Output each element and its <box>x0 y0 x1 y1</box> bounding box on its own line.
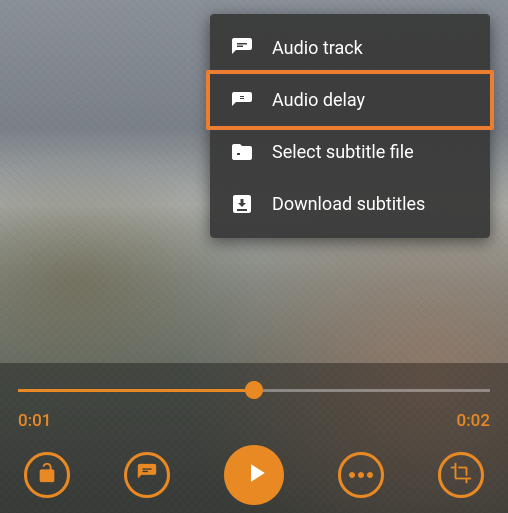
context-menu: Audio track Audio delay Select subtitle … <box>210 14 490 238</box>
speech-bubble-icon <box>230 36 254 60</box>
menu-item-audio-delay[interactable]: Audio delay <box>206 70 494 130</box>
time-display: 0:01 0:02 <box>18 411 490 431</box>
progress-fill <box>18 389 254 392</box>
menu-item-select-subtitle[interactable]: Select subtitle file <box>210 126 490 178</box>
progress-bar[interactable] <box>18 375 490 405</box>
folder-icon <box>230 140 254 164</box>
menu-item-label: Download subtitles <box>272 194 425 215</box>
control-buttons <box>18 445 490 505</box>
download-icon <box>230 192 254 216</box>
play-button[interactable] <box>224 445 284 505</box>
more-button[interactable] <box>338 452 384 498</box>
menu-item-label: Audio delay <box>272 90 365 111</box>
play-icon <box>237 458 271 492</box>
crop-button[interactable] <box>438 452 484 498</box>
subtitle-button[interactable] <box>124 452 170 498</box>
subtitle-icon <box>136 462 158 488</box>
delay-icon <box>230 88 254 112</box>
total-time: 0:02 <box>457 411 490 431</box>
menu-item-download-subtitles[interactable]: Download subtitles <box>210 178 490 230</box>
menu-item-audio-track[interactable]: Audio track <box>210 22 490 74</box>
crop-icon <box>450 462 472 488</box>
unlock-icon <box>36 462 58 488</box>
unlock-button[interactable] <box>24 452 70 498</box>
current-time: 0:01 <box>18 411 51 431</box>
menu-item-label: Audio track <box>272 38 363 59</box>
progress-thumb[interactable] <box>245 381 263 399</box>
menu-item-label: Select subtitle file <box>272 142 414 163</box>
player-controls: 0:01 0:02 <box>0 363 508 513</box>
more-icon <box>349 472 373 478</box>
